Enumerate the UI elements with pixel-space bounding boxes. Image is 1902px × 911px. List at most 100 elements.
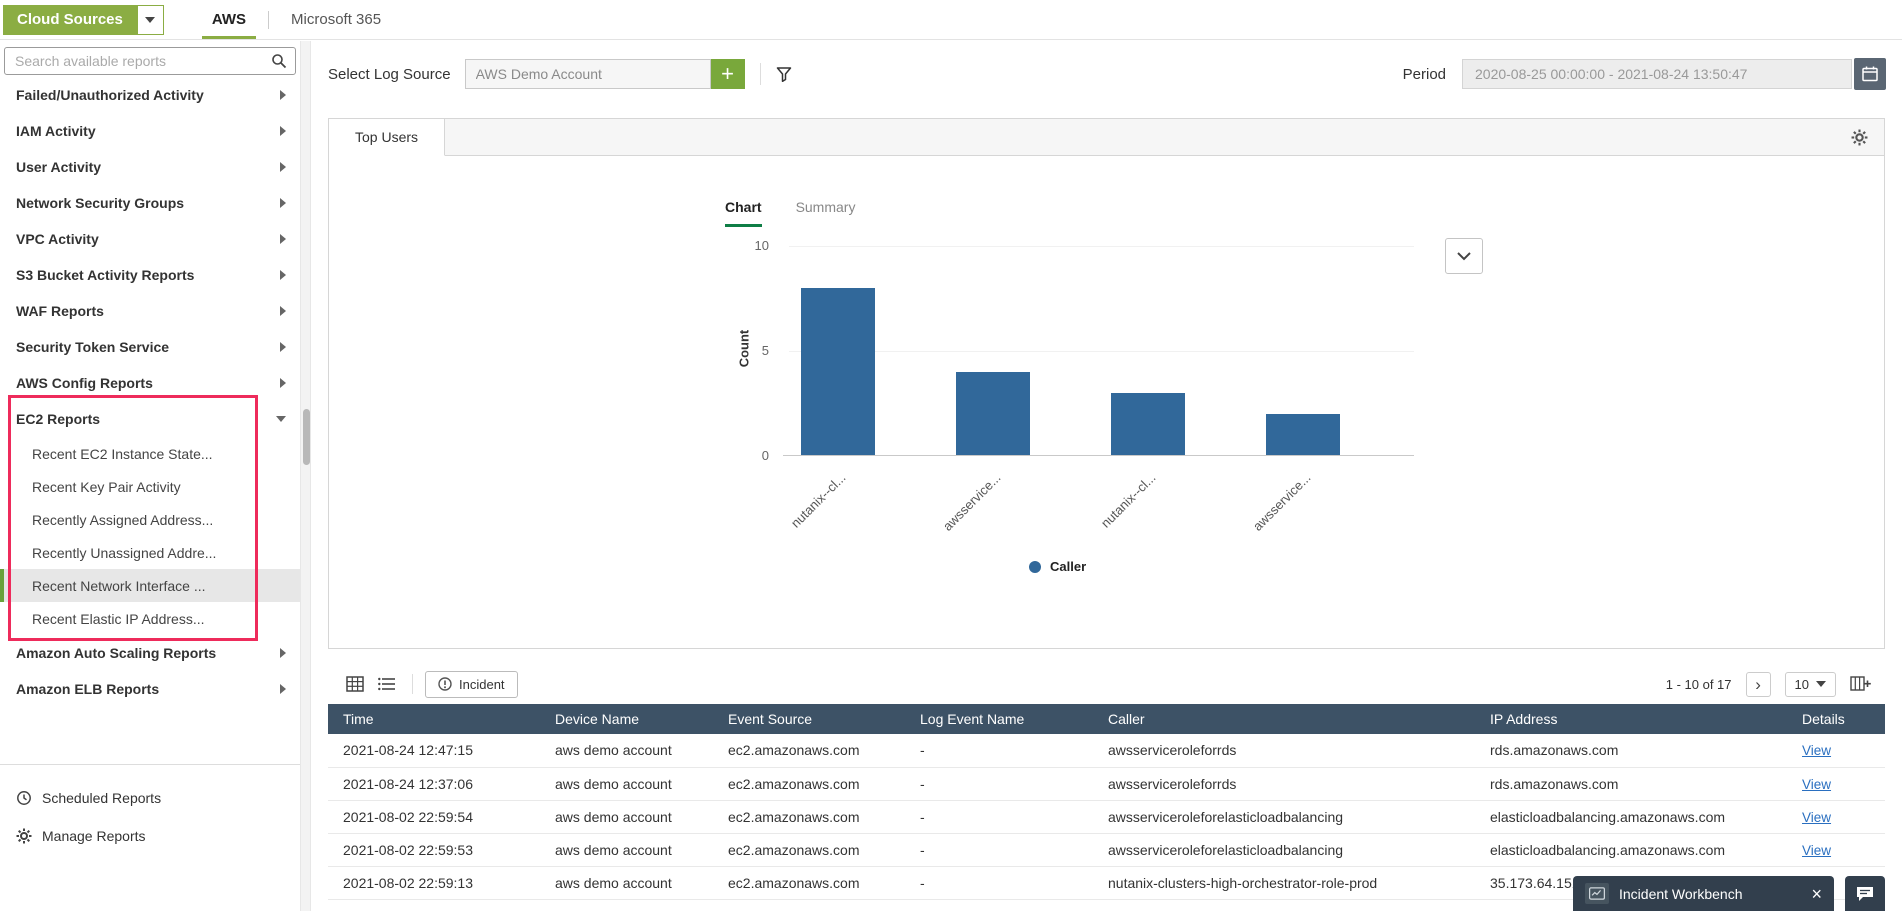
search-input[interactable] xyxy=(4,47,296,75)
report-table: TimeDevice NameEvent SourceLog Event Nam… xyxy=(328,704,1885,900)
tab-aws[interactable]: AWS xyxy=(190,0,268,39)
table-cell: - xyxy=(905,734,1093,767)
view-link[interactable]: View xyxy=(1802,810,1831,825)
sidebar-item-label: VPC Activity xyxy=(16,231,99,247)
divider xyxy=(760,63,761,85)
sidebar-item-label: WAF Reports xyxy=(16,303,104,319)
calendar-button[interactable] xyxy=(1854,58,1886,90)
sidebar-item-aws-config-reports[interactable]: AWS Config Reports xyxy=(0,365,300,401)
sidebar-subitem-label: Recently Unassigned Addre... xyxy=(32,545,216,561)
panel-settings-button[interactable] xyxy=(1851,129,1868,149)
close-icon[interactable]: × xyxy=(1811,885,1822,903)
top-bar: Cloud Sources AWS Microsoft 365 xyxy=(0,0,1902,40)
next-page-button[interactable]: › xyxy=(1746,672,1771,697)
cloud-sources-caret-button[interactable] xyxy=(137,5,164,35)
chevron-right-icon xyxy=(280,306,286,316)
sidebar-subitem-recent-elastic-ip-address[interactable]: Recent Elastic IP Address... xyxy=(0,602,300,635)
tab-chart[interactable]: Chart xyxy=(725,199,762,227)
view-link[interactable]: View xyxy=(1802,777,1831,792)
chart-bar[interactable] xyxy=(801,288,875,456)
table-cell: rds.amazonaws.com xyxy=(1475,767,1787,800)
list-view-button[interactable] xyxy=(378,677,396,691)
page-size-dropdown[interactable]: 10 xyxy=(1785,672,1836,697)
grid-view-button[interactable] xyxy=(346,676,364,692)
table-cell: 2021-08-24 12:37:06 xyxy=(328,767,540,800)
sidebar-item-network-security-groups[interactable]: Network Security Groups xyxy=(0,185,300,221)
sidebar-subitem-label: Recent Key Pair Activity xyxy=(32,479,181,495)
column-chooser-button[interactable] xyxy=(1850,676,1871,692)
tab-microsoft-365[interactable]: Microsoft 365 xyxy=(269,0,403,39)
add-log-source-button[interactable]: + xyxy=(711,59,745,89)
tab-top-users[interactable]: Top Users xyxy=(329,119,445,156)
table-cell: ec2.amazonaws.com xyxy=(713,833,905,866)
scrollbar-thumb[interactable] xyxy=(303,409,310,465)
sidebar-item-manage-reports[interactable]: Manage Reports xyxy=(0,817,300,855)
select-log-source-label: Select Log Source xyxy=(328,66,451,83)
incident-workbench-panel[interactable]: Incident Workbench × xyxy=(1573,876,1834,911)
results-section: Incident 1 - 10 of 17 › 10 xyxy=(328,664,1885,900)
incident-button[interactable]: Incident xyxy=(425,671,518,698)
chart-bar[interactable] xyxy=(956,372,1030,456)
sidebar-scrollbar[interactable] xyxy=(300,41,311,911)
x-axis-label: nutanix--cl... xyxy=(739,470,849,580)
view-link[interactable]: View xyxy=(1802,743,1831,758)
table-cell: View xyxy=(1787,734,1885,767)
sidebar-subitem-recent-key-pair-activity[interactable]: Recent Key Pair Activity xyxy=(0,470,300,503)
column-add-icon xyxy=(1850,676,1871,692)
sidebar-item-amazon-elb-reports[interactable]: Amazon ELB Reports xyxy=(0,671,300,707)
chevron-right-icon xyxy=(280,234,286,244)
chevron-right-icon xyxy=(280,378,286,388)
sidebar-item-vpc-activity[interactable]: VPC Activity xyxy=(0,221,300,257)
column-header-event-source: Event Source xyxy=(713,704,905,734)
sidebar-subitem-recent-network-interface[interactable]: Recent Network Interface ... xyxy=(0,569,300,602)
sidebar-subitem-recent-ec2-instance-state[interactable]: Recent EC2 Instance State... xyxy=(0,437,300,470)
chevron-right-icon xyxy=(280,90,286,100)
view-link[interactable]: View xyxy=(1802,843,1831,858)
chevron-down-icon xyxy=(145,17,155,23)
sidebar-item-iam-activity[interactable]: IAM Activity xyxy=(0,113,300,149)
table-cell: View xyxy=(1787,767,1885,800)
table-cell: ec2.amazonaws.com xyxy=(713,734,905,767)
table-cell: aws demo account xyxy=(540,734,713,767)
cloud-sources-dropdown[interactable]: Cloud Sources xyxy=(3,5,164,35)
tab-summary[interactable]: Summary xyxy=(796,199,856,227)
sidebar-item-label: Amazon ELB Reports xyxy=(16,681,159,697)
sidebar-item-security-token-service[interactable]: Security Token Service xyxy=(0,329,300,365)
sidebar-item-label: EC2 Reports xyxy=(16,411,100,427)
sidebar-item-user-activity[interactable]: User Activity xyxy=(0,149,300,185)
period-range-input[interactable] xyxy=(1462,59,1852,89)
log-source-input[interactable] xyxy=(465,59,711,89)
sidebar-item-waf-reports[interactable]: WAF Reports xyxy=(0,293,300,329)
sidebar-item-amazon-auto-scaling-reports[interactable]: Amazon Auto Scaling Reports xyxy=(0,635,300,671)
chart-bar[interactable] xyxy=(1111,393,1185,456)
sidebar-item-ec2-reports[interactable]: EC2 Reports xyxy=(0,401,300,437)
chart-legend: Caller xyxy=(1029,559,1086,574)
sidebar-item-label: Network Security Groups xyxy=(16,195,184,211)
chart-bar[interactable] xyxy=(1266,414,1340,456)
cloud-sources-button[interactable]: Cloud Sources xyxy=(3,5,137,35)
table-cell: ec2.amazonaws.com xyxy=(713,800,905,833)
chart-options-button[interactable] xyxy=(1445,238,1483,274)
table-cell: 2021-08-02 22:59:13 xyxy=(328,866,540,899)
chat-button[interactable] xyxy=(1845,876,1885,911)
table-cell: ec2.amazonaws.com xyxy=(713,767,905,800)
sidebar-item-scheduled-reports[interactable]: Scheduled Reports xyxy=(0,779,300,817)
pagination-range: 1 - 10 of 17 xyxy=(1666,677,1732,692)
table-cell: elasticloadbalancing.amazonaws.com xyxy=(1475,833,1787,866)
column-header-time: Time xyxy=(328,704,540,734)
filter-button[interactable] xyxy=(776,66,792,82)
search-icon xyxy=(271,53,287,69)
sidebar-subitem-recently-unassigned-addre[interactable]: Recently Unassigned Addre... xyxy=(0,536,300,569)
sidebar-subitem-label: Recent Elastic IP Address... xyxy=(32,611,205,627)
sidebar-subitem-recently-assigned-address[interactable]: Recently Assigned Address... xyxy=(0,503,300,536)
calendar-icon xyxy=(1861,65,1879,83)
sidebar-footer-label: Manage Reports xyxy=(42,828,146,844)
x-axis-label: awsservice... xyxy=(894,470,1004,580)
table-cell: aws demo account xyxy=(540,833,713,866)
table-cell: ec2.amazonaws.com xyxy=(713,866,905,899)
sidebar-item-s3-bucket-activity-reports[interactable]: S3 Bucket Activity Reports xyxy=(0,257,300,293)
period-label: Period xyxy=(1403,66,1446,83)
sidebar-item-failed-unauthorized-activity[interactable]: Failed/Unauthorized Activity xyxy=(0,77,300,113)
table-cell: View xyxy=(1787,800,1885,833)
table-cell: nutanix-clusters-high-orchestrator-role-… xyxy=(1093,866,1475,899)
